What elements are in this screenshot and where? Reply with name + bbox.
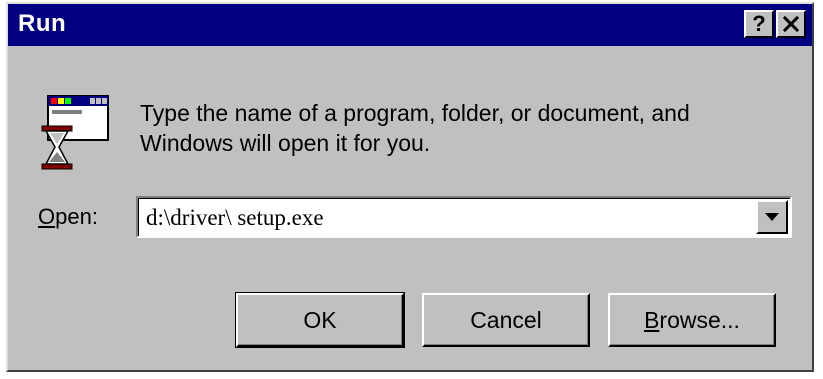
open-label-mnemonic: O bbox=[38, 204, 56, 229]
ok-button[interactable]: OK bbox=[235, 292, 405, 348]
cancel-button[interactable]: Cancel bbox=[422, 293, 590, 347]
run-program-icon bbox=[41, 95, 109, 170]
open-label-rest: pen: bbox=[55, 204, 98, 229]
dropdown-button[interactable] bbox=[756, 200, 788, 234]
browse-mnemonic: B bbox=[644, 306, 660, 333]
open-input[interactable] bbox=[146, 204, 746, 232]
browse-button[interactable]: Browse... bbox=[608, 293, 776, 347]
instruction-text: Type the name of a program, folder, or d… bbox=[140, 98, 780, 158]
open-label: Open: bbox=[38, 204, 98, 230]
title-bar[interactable]: Run ? bbox=[8, 4, 812, 46]
instruction-line-2: Windows will open it for you. bbox=[140, 130, 431, 156]
browse-label-rest: rowse... bbox=[659, 306, 740, 333]
cancel-button-label: Cancel bbox=[470, 306, 542, 333]
dropdown-arrow-icon bbox=[765, 213, 779, 221]
run-dialog: Run ? Type the name of a program, folder… bbox=[6, 2, 814, 372]
help-icon: ? bbox=[752, 11, 766, 36]
close-button[interactable] bbox=[776, 10, 806, 38]
close-icon bbox=[783, 16, 799, 32]
help-button[interactable]: ? bbox=[744, 10, 774, 38]
open-combobox[interactable] bbox=[136, 196, 792, 238]
browse-button-label: Browse... bbox=[644, 307, 740, 334]
ok-button-label: OK bbox=[303, 306, 337, 333]
window-title: Run bbox=[18, 10, 67, 37]
instruction-line-1: Type the name of a program, folder, or d… bbox=[140, 100, 690, 126]
